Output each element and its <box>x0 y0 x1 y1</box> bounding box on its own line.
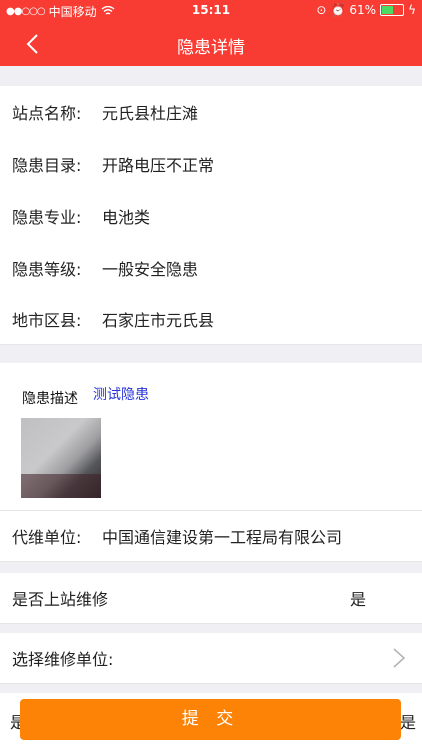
onsite-repair-value: 是 <box>350 590 367 609</box>
status-bar: ●●○○○ 中国移动 15:11 ⊙ ⏰ 61% ϟ <box>0 0 422 22</box>
page-title: 隐患详情 <box>177 38 245 58</box>
select-repair-unit-label: 选择维修单位: <box>12 650 114 669</box>
photo-thumbnail[interactable] <box>21 418 101 498</box>
detail-row-category: 隐患目录: 开路电压不正常 <box>0 138 422 191</box>
detail-label: 隐患专业: <box>12 208 82 227</box>
alarm-icon: ⏰ <box>330 3 346 17</box>
detail-value: 电池类 <box>102 208 151 227</box>
description-label: 隐患描述 <box>22 391 78 407</box>
detail-value: 开路电压不正常 <box>102 156 215 175</box>
photo-shadow <box>21 474 101 498</box>
nav-bar: 隐患详情 <box>0 22 422 66</box>
battery-percent: 61% <box>349 3 377 17</box>
detail-label: 隐患目录: <box>12 156 82 175</box>
maintenance-unit-label: 代维单位: <box>12 528 82 547</box>
select-repair-unit-row[interactable]: 选择维修单位: <box>0 633 422 684</box>
description-text: 测试隐患 <box>93 387 149 403</box>
detail-row-site: 站点名称: 元氏县杜庄滩 <box>0 86 422 139</box>
maintenance-unit-row: 代维单位: 中国通信建设第一工程局有限公司 <box>0 511 422 562</box>
battery-fill <box>382 6 394 14</box>
orientation-lock-icon: ⊙ <box>316 3 327 17</box>
detail-row-specialty: 隐患专业: 电池类 <box>0 190 422 243</box>
detail-label: 隐患等级: <box>12 260 82 279</box>
detail-value: 一般安全隐患 <box>102 260 199 279</box>
battery-icon <box>380 4 405 16</box>
charging-icon: ϟ <box>408 3 416 17</box>
status-right: ⊙ ⏰ 61% ϟ <box>316 3 416 17</box>
onsite-repair-row[interactable]: 是否上站维修 是 <box>0 573 422 624</box>
submit-button[interactable]: 提 交 <box>20 699 401 740</box>
partial-row-right-text: 是 <box>400 713 417 732</box>
description-section: 隐患描述 测试隐患 <box>0 363 422 511</box>
detail-value: 石家庄市元氏县 <box>102 311 215 330</box>
detail-row-level: 隐患等级: 一般安全隐患 <box>0 242 422 295</box>
onsite-repair-label: 是否上站维修 <box>12 590 109 609</box>
detail-value: 元氏县杜庄滩 <box>102 104 199 123</box>
detail-row-region: 地市区县: 石家庄市元氏县 <box>0 294 422 345</box>
detail-label: 地市区县: <box>12 311 82 330</box>
maintenance-unit-value: 中国通信建设第一工程局有限公司 <box>102 528 343 547</box>
chevron-right-icon <box>393 648 406 668</box>
detail-label: 站点名称: <box>12 104 82 123</box>
